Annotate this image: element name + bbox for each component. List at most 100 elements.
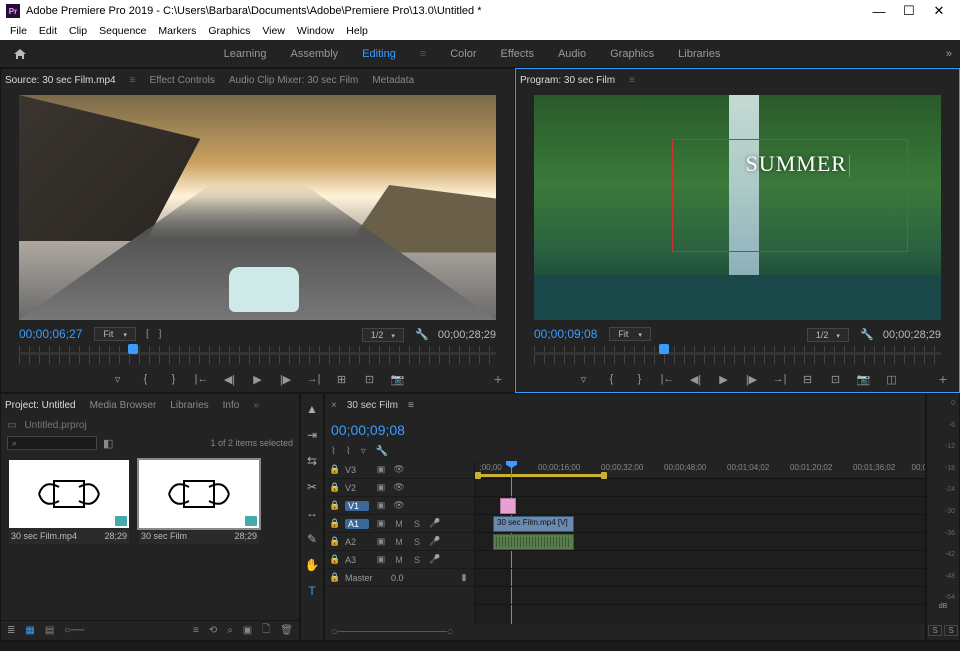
marker-icon[interactable]: ▿ xyxy=(111,373,125,386)
toggle-track-output-icon[interactable]: ▣ xyxy=(375,482,387,493)
workspace-graphics[interactable]: Graphics xyxy=(610,48,654,60)
mute-icon[interactable]: M xyxy=(393,537,405,547)
lock-icon[interactable]: 🔒 xyxy=(329,500,339,511)
zoom-slider[interactable]: ○── xyxy=(64,625,84,636)
workspace-overflow-icon[interactable]: » xyxy=(946,48,952,60)
track-v3[interactable] xyxy=(475,479,925,497)
toggle-track-output-icon[interactable]: ▣ xyxy=(375,464,387,475)
track-v2[interactable] xyxy=(475,497,925,515)
workspace-assembly[interactable]: Assembly xyxy=(290,48,338,60)
eye-icon[interactable]: 👁 xyxy=(393,464,405,475)
bin-item[interactable]: 30 sec Film.mp428;29 xyxy=(9,460,129,544)
source-res-dropdown[interactable]: 1/2 xyxy=(362,328,404,342)
eye-icon[interactable]: 👁 xyxy=(393,500,405,511)
workspace-libraries[interactable]: Libraries xyxy=(678,48,720,60)
voice-icon[interactable]: 🎤 xyxy=(429,554,441,565)
tab-metadata[interactable]: Metadata xyxy=(372,75,414,86)
track-header-a1[interactable]: 🔒A1▣MS🎤 xyxy=(325,515,474,533)
prg-marker-icon[interactable]: ▿ xyxy=(577,373,591,386)
sort-icon[interactable]: ≡ xyxy=(193,625,199,636)
tab-program[interactable]: Program: 30 sec Film xyxy=(520,75,615,86)
program-fit-dropdown[interactable]: Fit xyxy=(609,327,651,341)
track-v1[interactable]: 30 sec Film.mp4 [V] xyxy=(475,515,925,533)
program-playhead[interactable] xyxy=(659,344,669,354)
track-header-a2[interactable]: 🔒A2▣MS🎤 xyxy=(325,533,474,551)
track-a1[interactable] xyxy=(475,533,925,551)
tab-libraries[interactable]: Libraries xyxy=(170,400,208,411)
toggle-track-output-icon[interactable]: ▣ xyxy=(375,536,387,547)
prg-play-icon[interactable]: ▶ xyxy=(717,373,731,386)
mute-icon[interactable]: M xyxy=(393,519,405,529)
close-sequence-icon[interactable]: × xyxy=(331,400,337,411)
prg-go-out-icon[interactable]: →| xyxy=(773,373,787,385)
graphic-clip[interactable] xyxy=(500,498,516,514)
timeline-tracks[interactable]: ;00;00 00;00;16;00 00;00;32;00 00;00;48;… xyxy=(475,461,925,624)
list-view-icon[interactable]: ≣ xyxy=(7,625,15,636)
source-monitor[interactable] xyxy=(19,95,496,320)
source-settings-icon[interactable]: 🔧 xyxy=(415,329,429,341)
freeform-view-icon[interactable]: ▤ xyxy=(45,625,54,636)
prg-export-frame-icon[interactable]: 📷 xyxy=(857,373,871,386)
menu-file[interactable]: File xyxy=(4,25,33,37)
toggle-track-output-icon[interactable]: ▣ xyxy=(375,518,387,529)
prg-go-in-icon[interactable]: |← xyxy=(661,373,675,385)
program-monitor[interactable]: SUMMER xyxy=(534,95,941,320)
play-icon[interactable]: ▶ xyxy=(251,373,265,386)
workspace-menu-icon[interactable]: ≡ xyxy=(420,48,426,60)
workspace-color[interactable]: Color xyxy=(450,48,476,60)
project-overflow-icon[interactable]: » xyxy=(253,400,259,411)
tab-media-browser[interactable]: Media Browser xyxy=(90,400,157,411)
meter-icon[interactable]: ▮ xyxy=(458,572,470,583)
solo-icon[interactable]: S xyxy=(411,537,423,547)
prg-compare-icon[interactable]: ◫ xyxy=(885,373,899,386)
bin-thumbnail[interactable] xyxy=(9,460,129,528)
pen-tool-icon[interactable]: ✎ xyxy=(303,530,321,548)
home-button[interactable] xyxy=(8,44,32,64)
track-header-v1[interactable]: 🔒V1▣👁 xyxy=(325,497,474,515)
go-out-icon[interactable]: →| xyxy=(307,373,321,385)
tab-source-menu-icon[interactable]: ≡ xyxy=(130,75,136,86)
audio-clip[interactable] xyxy=(493,534,574,550)
prg-step-fwd-icon[interactable]: |▶ xyxy=(745,373,759,386)
menu-view[interactable]: View xyxy=(256,25,291,37)
toggle-track-output-icon[interactable]: ▣ xyxy=(375,500,387,511)
menu-graphics[interactable]: Graphics xyxy=(202,25,256,37)
video-clip[interactable]: 30 sec Film.mp4 [V] xyxy=(493,516,574,532)
menu-edit[interactable]: Edit xyxy=(33,25,63,37)
source-bracket-right-icon[interactable]: ⁆ xyxy=(158,329,162,340)
timeline-footer[interactable]: ○──────────────○ xyxy=(325,624,925,640)
tab-audio-clip-mixer[interactable]: Audio Clip Mixer: 30 sec Film xyxy=(229,75,358,86)
source-scrubber[interactable] xyxy=(19,346,496,364)
lock-icon[interactable]: 🔒 xyxy=(329,464,339,475)
prg-mark-out-icon[interactable]: } xyxy=(633,373,647,385)
toggle-track-output-icon[interactable]: ▣ xyxy=(375,554,387,565)
menu-clip[interactable]: Clip xyxy=(63,25,93,37)
prg-extract-icon[interactable]: ⊡ xyxy=(829,373,843,386)
source-playhead[interactable] xyxy=(128,344,138,354)
razor-tool-icon[interactable]: ✂ xyxy=(303,478,321,496)
export-frame-icon[interactable]: 📷 xyxy=(391,373,405,386)
source-bracket-left-icon[interactable]: ⁅ xyxy=(146,329,150,340)
lock-icon[interactable]: 🔒 xyxy=(329,518,339,529)
mark-out-icon[interactable]: } xyxy=(167,373,181,385)
lock-icon[interactable]: 🔒 xyxy=(329,536,339,547)
bin-thumbnail[interactable] xyxy=(139,460,259,528)
bin-item[interactable]: 30 sec Film28;29 xyxy=(139,460,259,544)
voice-icon[interactable]: 🎤 xyxy=(429,518,441,529)
go-in-icon[interactable]: |← xyxy=(195,373,209,385)
find-icon[interactable]: ⌕ xyxy=(227,625,233,636)
filter-bin-icon[interactable]: ◧ xyxy=(103,437,113,450)
linked-selection-icon[interactable]: ⌇ xyxy=(346,446,351,457)
workspace-editing[interactable]: Editing xyxy=(362,48,396,60)
time-ruler[interactable]: ;00;00 00;00;16;00 00;00;32;00 00;00;48;… xyxy=(475,461,925,479)
workspace-audio[interactable]: Audio xyxy=(558,48,586,60)
prg-step-back-icon[interactable]: ◀| xyxy=(689,373,703,386)
type-tool-icon[interactable]: T xyxy=(303,582,321,600)
close-button[interactable]: ✕ xyxy=(924,3,954,19)
prg-lift-icon[interactable]: ⊟ xyxy=(801,373,815,386)
voice-icon[interactable]: 🎤 xyxy=(429,536,441,547)
maximize-button[interactable]: ☐ xyxy=(894,3,924,19)
prg-mark-in-icon[interactable]: { xyxy=(605,373,619,385)
menu-help[interactable]: Help xyxy=(340,25,374,37)
track-header-master[interactable]: 🔒Master0.0▮ xyxy=(325,569,474,587)
